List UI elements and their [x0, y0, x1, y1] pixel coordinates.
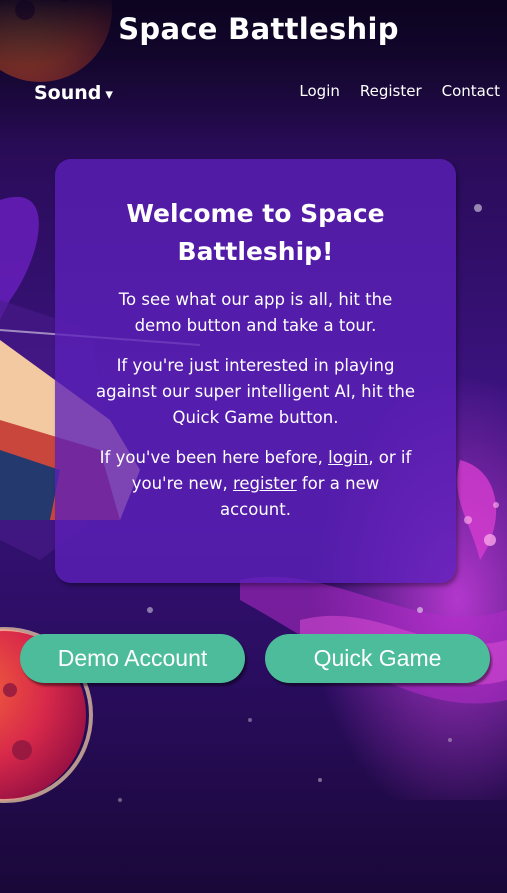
- welcome-text-quick-game: If you're just interested in playing aga…: [95, 356, 416, 427]
- inline-register-link[interactable]: register: [233, 474, 297, 493]
- welcome-text-demo: To see what our app is all, hit the demo…: [118, 290, 393, 335]
- quick-game-button[interactable]: Quick Game: [265, 634, 490, 683]
- app-title: Space Battleship: [118, 12, 399, 46]
- top-nav: Login Register Contact: [299, 82, 500, 100]
- welcome-card: Welcome to Space Battleship! To see what…: [55, 159, 456, 583]
- nav-register-link[interactable]: Register: [360, 82, 422, 100]
- sound-label: Sound: [34, 82, 102, 104]
- welcome-heading: Welcome to Space Battleship!: [126, 199, 385, 266]
- sound-menu[interactable]: Sound ▾: [34, 82, 113, 104]
- chevron-down-icon: ▾: [105, 85, 113, 103]
- nav-contact-link[interactable]: Contact: [442, 82, 500, 100]
- welcome-text-account: If you've been here before, login, or if…: [95, 445, 416, 523]
- inline-login-link[interactable]: login: [328, 448, 368, 467]
- header: Space Battleship Sound ▾ Login Register C…: [0, 0, 507, 130]
- demo-account-button[interactable]: Demo Account: [20, 634, 245, 683]
- nav-login-link[interactable]: Login: [299, 82, 339, 100]
- account-text-start: If you've been here before,: [99, 448, 329, 467]
